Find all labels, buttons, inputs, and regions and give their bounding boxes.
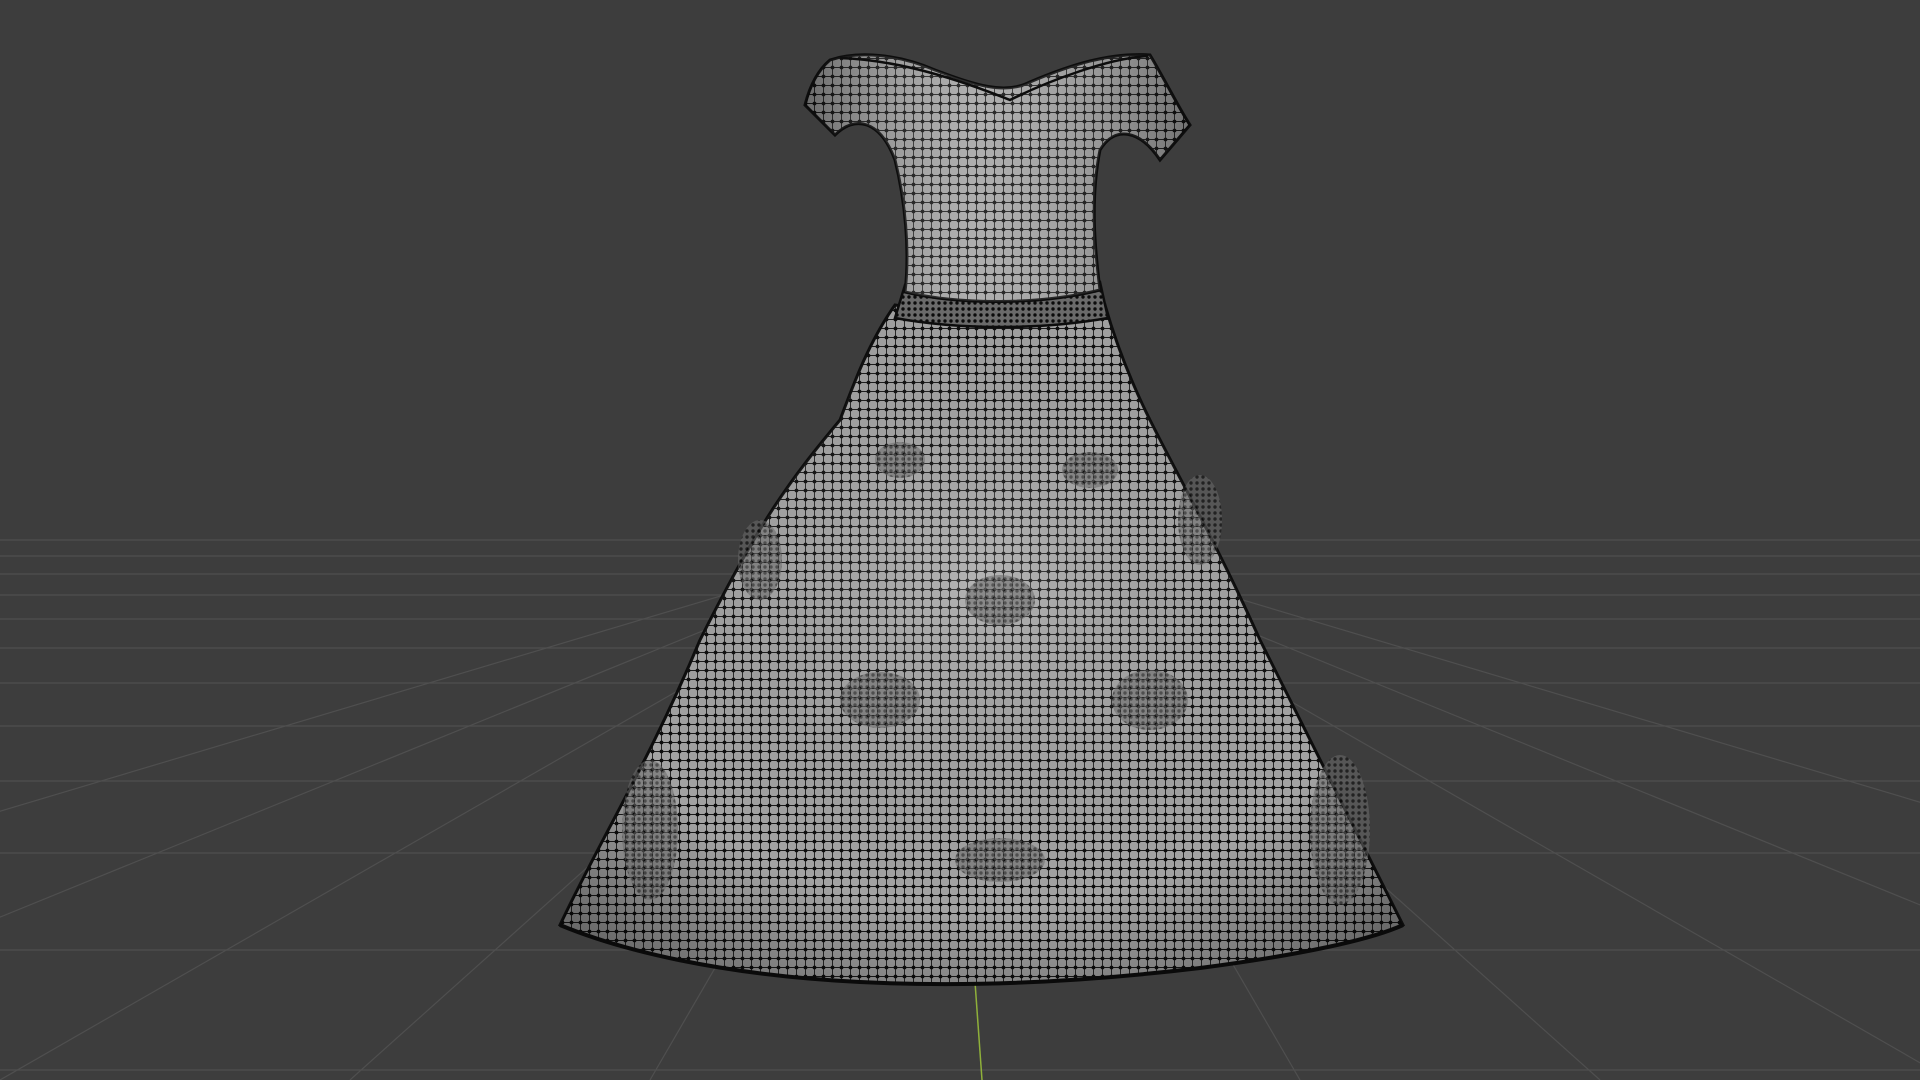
dress-mesh[interactable] xyxy=(557,53,1406,987)
skirt-shading xyxy=(560,305,1403,985)
3d-viewport[interactable] xyxy=(0,0,1920,1080)
viewport-canvas xyxy=(0,53,1920,1080)
y-axis-line xyxy=(974,981,983,1080)
bodice-shading xyxy=(805,54,1190,302)
